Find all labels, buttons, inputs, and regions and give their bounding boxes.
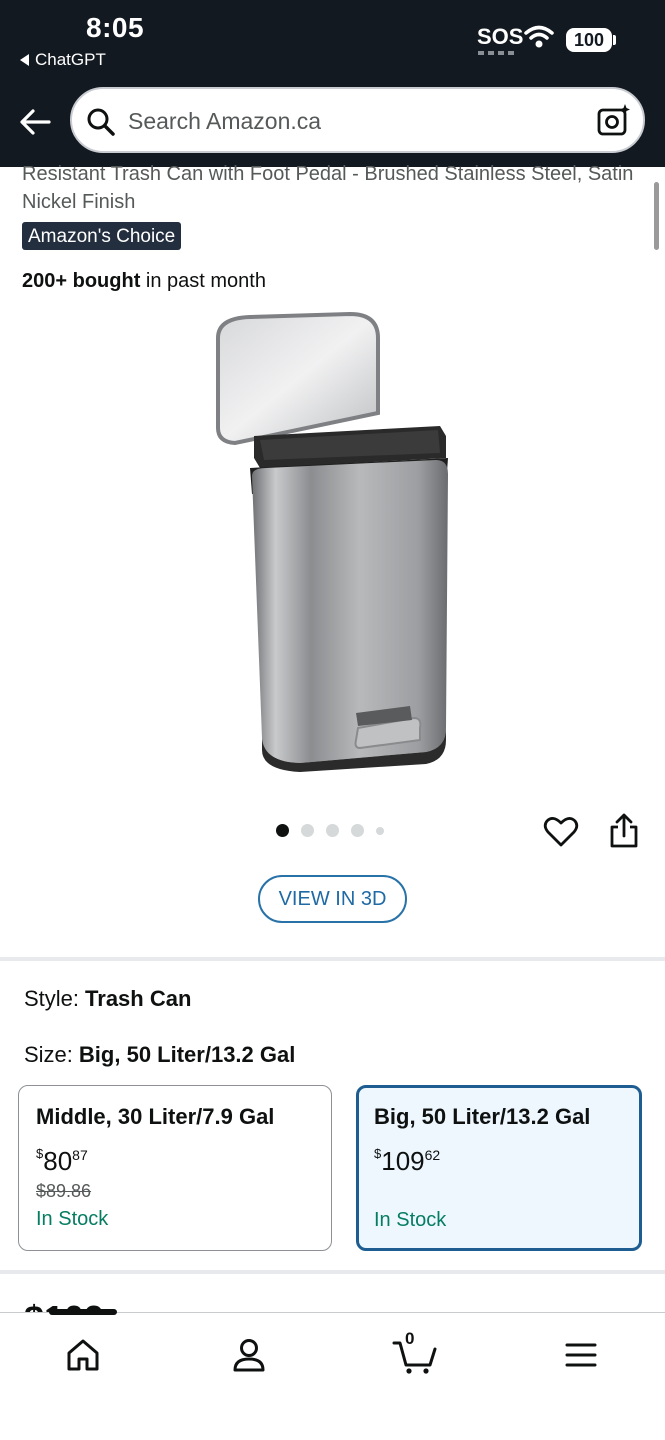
search-bar[interactable] [70,87,645,153]
bought-count: 200+ bought in past month [22,270,266,293]
size-option-list-price: $89.86 [36,1181,92,1201]
back-triangle-icon [20,54,29,66]
nav-active-indicator [49,1309,117,1315]
size-selector: Size: Big, 50 Liter/13.2 Gal [24,1042,295,1068]
scrollbar[interactable] [654,182,659,250]
image-carousel-dots[interactable] [276,824,384,837]
view-in-3d-button[interactable]: VIEW IN 3D [258,875,407,923]
status-time: 8:05 [86,12,145,43]
carousel-dot[interactable] [351,824,364,837]
battery-indicator: 100 [566,28,612,52]
carousel-dot[interactable] [301,824,314,837]
heart-icon[interactable] [543,814,579,850]
cart-icon [392,1341,437,1374]
amazons-choice-badge[interactable]: Amazon's Choice [22,222,182,250]
menu-icon[interactable] [561,1335,601,1375]
status-bar: 8:05 ChatGPT SOS 100 [0,0,665,85]
share-icon[interactable] [606,812,642,850]
carousel-dot[interactable] [276,824,289,837]
cart-count: 0 [405,1329,415,1348]
bought-count-suffix: in past month [140,270,266,292]
camera-search-icon[interactable] [596,102,632,138]
cart-button[interactable]: 0 [392,1329,440,1375]
search-icon [87,108,115,136]
price-cents: 62 [424,1147,441,1163]
size-value: Big, 50 Liter/13.2 Gal [78,1042,296,1067]
price-cents: 87 [72,1147,88,1163]
sos-indicator: SOS [477,24,524,49]
price-dollars: 80 [43,1146,73,1176]
battery-tip-icon [613,35,616,45]
bottom-nav: 0 [0,1309,665,1440]
carousel-dot[interactable] [376,826,384,835]
wifi-icon [524,25,554,48]
home-icon[interactable] [63,1335,103,1375]
carousel-dot[interactable] [326,824,339,837]
back-app-label: ChatGPT [35,50,106,69]
price-dollars: 109 [381,1146,425,1176]
search-header [0,85,665,167]
size-option-price: $10962 [374,1140,624,1175]
style-value: Trash Can [85,986,192,1011]
style-selector: Style: Trash Can [24,986,191,1012]
product-title[interactable]: Resistant Trash Can with Foot Pedal - Br… [22,160,642,216]
signal-dots-icon [478,51,514,55]
back-to-app-link[interactable]: ChatGPT [20,50,106,70]
size-option-name: Big, 50 Liter/13.2 Gal [374,1104,591,1129]
back-arrow-icon[interactable] [18,105,52,139]
section-divider [0,957,665,961]
product-image[interactable] [200,308,470,778]
size-option-stock: In Stock [36,1208,109,1230]
section-divider [0,1270,665,1274]
size-option-name: Middle, 30 Liter/7.9 Gal [36,1104,275,1129]
account-icon[interactable] [229,1335,269,1375]
bought-count-number: 200+ bought [22,270,141,292]
size-option-middle[interactable]: Middle, 30 Liter/7.9 Gal $8087 $89.86 In… [18,1085,332,1251]
style-label: Style: [24,986,80,1011]
size-option-big[interactable]: Big, 50 Liter/13.2 Gal $10962 In Stock [356,1085,642,1251]
size-label: Size: [24,1042,73,1067]
search-input[interactable] [128,101,568,141]
size-option-price: $8087 [36,1140,314,1175]
size-option-stock: In Stock [374,1209,447,1231]
